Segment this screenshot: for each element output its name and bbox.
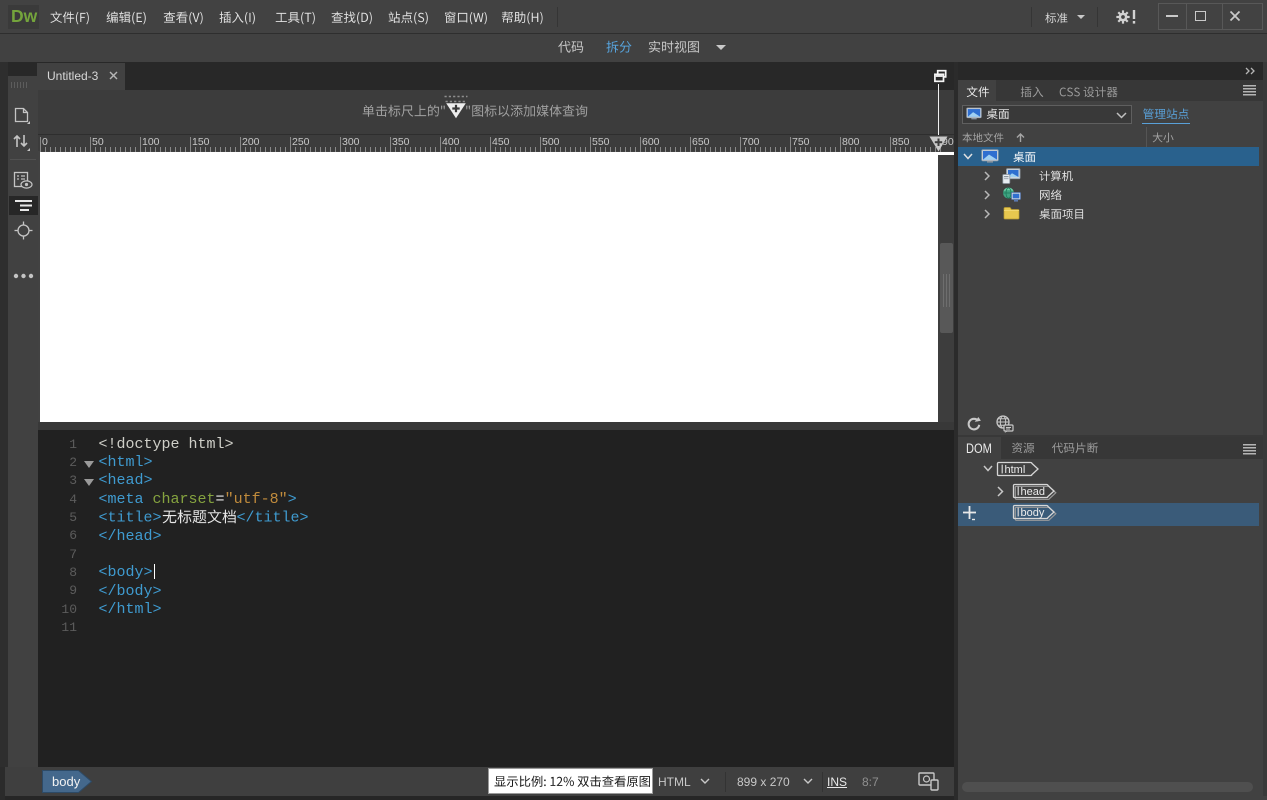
svg-text:html: html — [1005, 464, 1026, 476]
svg-text:body: body — [1021, 507, 1045, 519]
svg-text:head: head — [1021, 486, 1045, 498]
